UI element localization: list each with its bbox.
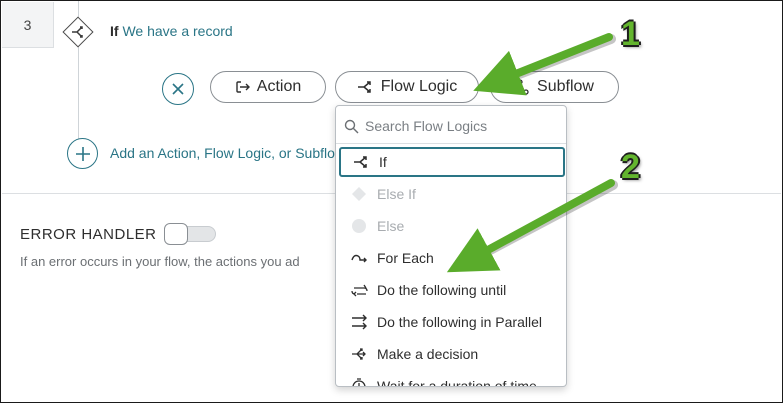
flow-logic-icon (357, 81, 371, 93)
callout-number-1: 1 (621, 15, 640, 53)
flow-logic-dropdown: If Else If Else For Each Do the followin… (335, 105, 567, 387)
search-input[interactable] (365, 118, 555, 134)
error-handler-description: If an error occurs in your flow, the act… (20, 254, 300, 269)
menu-item-label: Do the following in Parallel (377, 314, 542, 330)
menu-item-label: If (379, 154, 387, 170)
menu-item-label: Else If (377, 186, 416, 202)
add-step-link[interactable]: Add an Action, Flow Logic, or Subflo (110, 145, 335, 161)
add-step-button[interactable] (67, 138, 98, 169)
if-branch-icon (354, 156, 367, 168)
else-if-diamond-icon (352, 187, 366, 201)
callout-number-2: 2 (621, 148, 640, 186)
search-icon (344, 119, 359, 133)
flow-logic-search[interactable] (344, 112, 560, 140)
condition-label[interactable]: We have a record (122, 23, 232, 39)
step-number: 3 (2, 2, 54, 48)
menu-item-for-each[interactable]: For Each (339, 243, 565, 273)
subflow-button[interactable]: Subflow (490, 71, 619, 103)
wait-icon (352, 378, 366, 386)
menu-item-label: Wait for a duration of time (377, 378, 537, 387)
if-branch-icon (72, 26, 83, 38)
menu-item-else-if: Else If (339, 179, 565, 209)
else-circle-icon (352, 219, 366, 233)
menu-item-else: Else (339, 211, 565, 241)
screenshot-frame: 3 If We have a record Action Flow Logic (0, 0, 783, 403)
loop-until-icon (351, 284, 368, 297)
action-button-label: Action (256, 78, 302, 95)
flow-logic-button-label: Flow Logic (380, 78, 458, 95)
menu-item-if[interactable]: If (339, 147, 565, 177)
menu-item-decision[interactable]: Make a decision (339, 339, 565, 369)
subflow-button-label: Subflow (537, 78, 594, 95)
menu-item-label: For Each (377, 250, 434, 266)
for-each-icon (351, 254, 367, 263)
plus-icon (75, 146, 90, 161)
close-button[interactable] (162, 73, 194, 105)
subflow-icon (517, 79, 529, 95)
close-icon (172, 83, 184, 95)
action-button[interactable]: Action (210, 71, 326, 103)
error-handler-title: ERROR HANDLER (20, 226, 157, 243)
search-separator (336, 143, 566, 144)
error-handler-toggle[interactable] (164, 223, 216, 245)
menu-item-parallel[interactable]: Do the following in Parallel (339, 307, 565, 337)
step-condition[interactable]: If We have a record (110, 23, 233, 39)
flow-connector-line (78, 45, 79, 139)
if-keyword: If (110, 23, 119, 39)
toggle-knob (164, 223, 188, 245)
menu-item-label: Else (377, 218, 405, 234)
menu-item-wait[interactable]: Wait for a duration of time (339, 371, 565, 387)
menu-item-do-until[interactable]: Do the following until (339, 275, 565, 305)
parallel-icon (352, 314, 367, 330)
menu-item-label: Make a decision (377, 346, 479, 362)
decision-icon (352, 348, 366, 360)
menu-item-label: Do the following until (377, 282, 507, 298)
flow-logic-button[interactable]: Flow Logic (335, 71, 479, 103)
action-arrow-icon (236, 81, 250, 93)
